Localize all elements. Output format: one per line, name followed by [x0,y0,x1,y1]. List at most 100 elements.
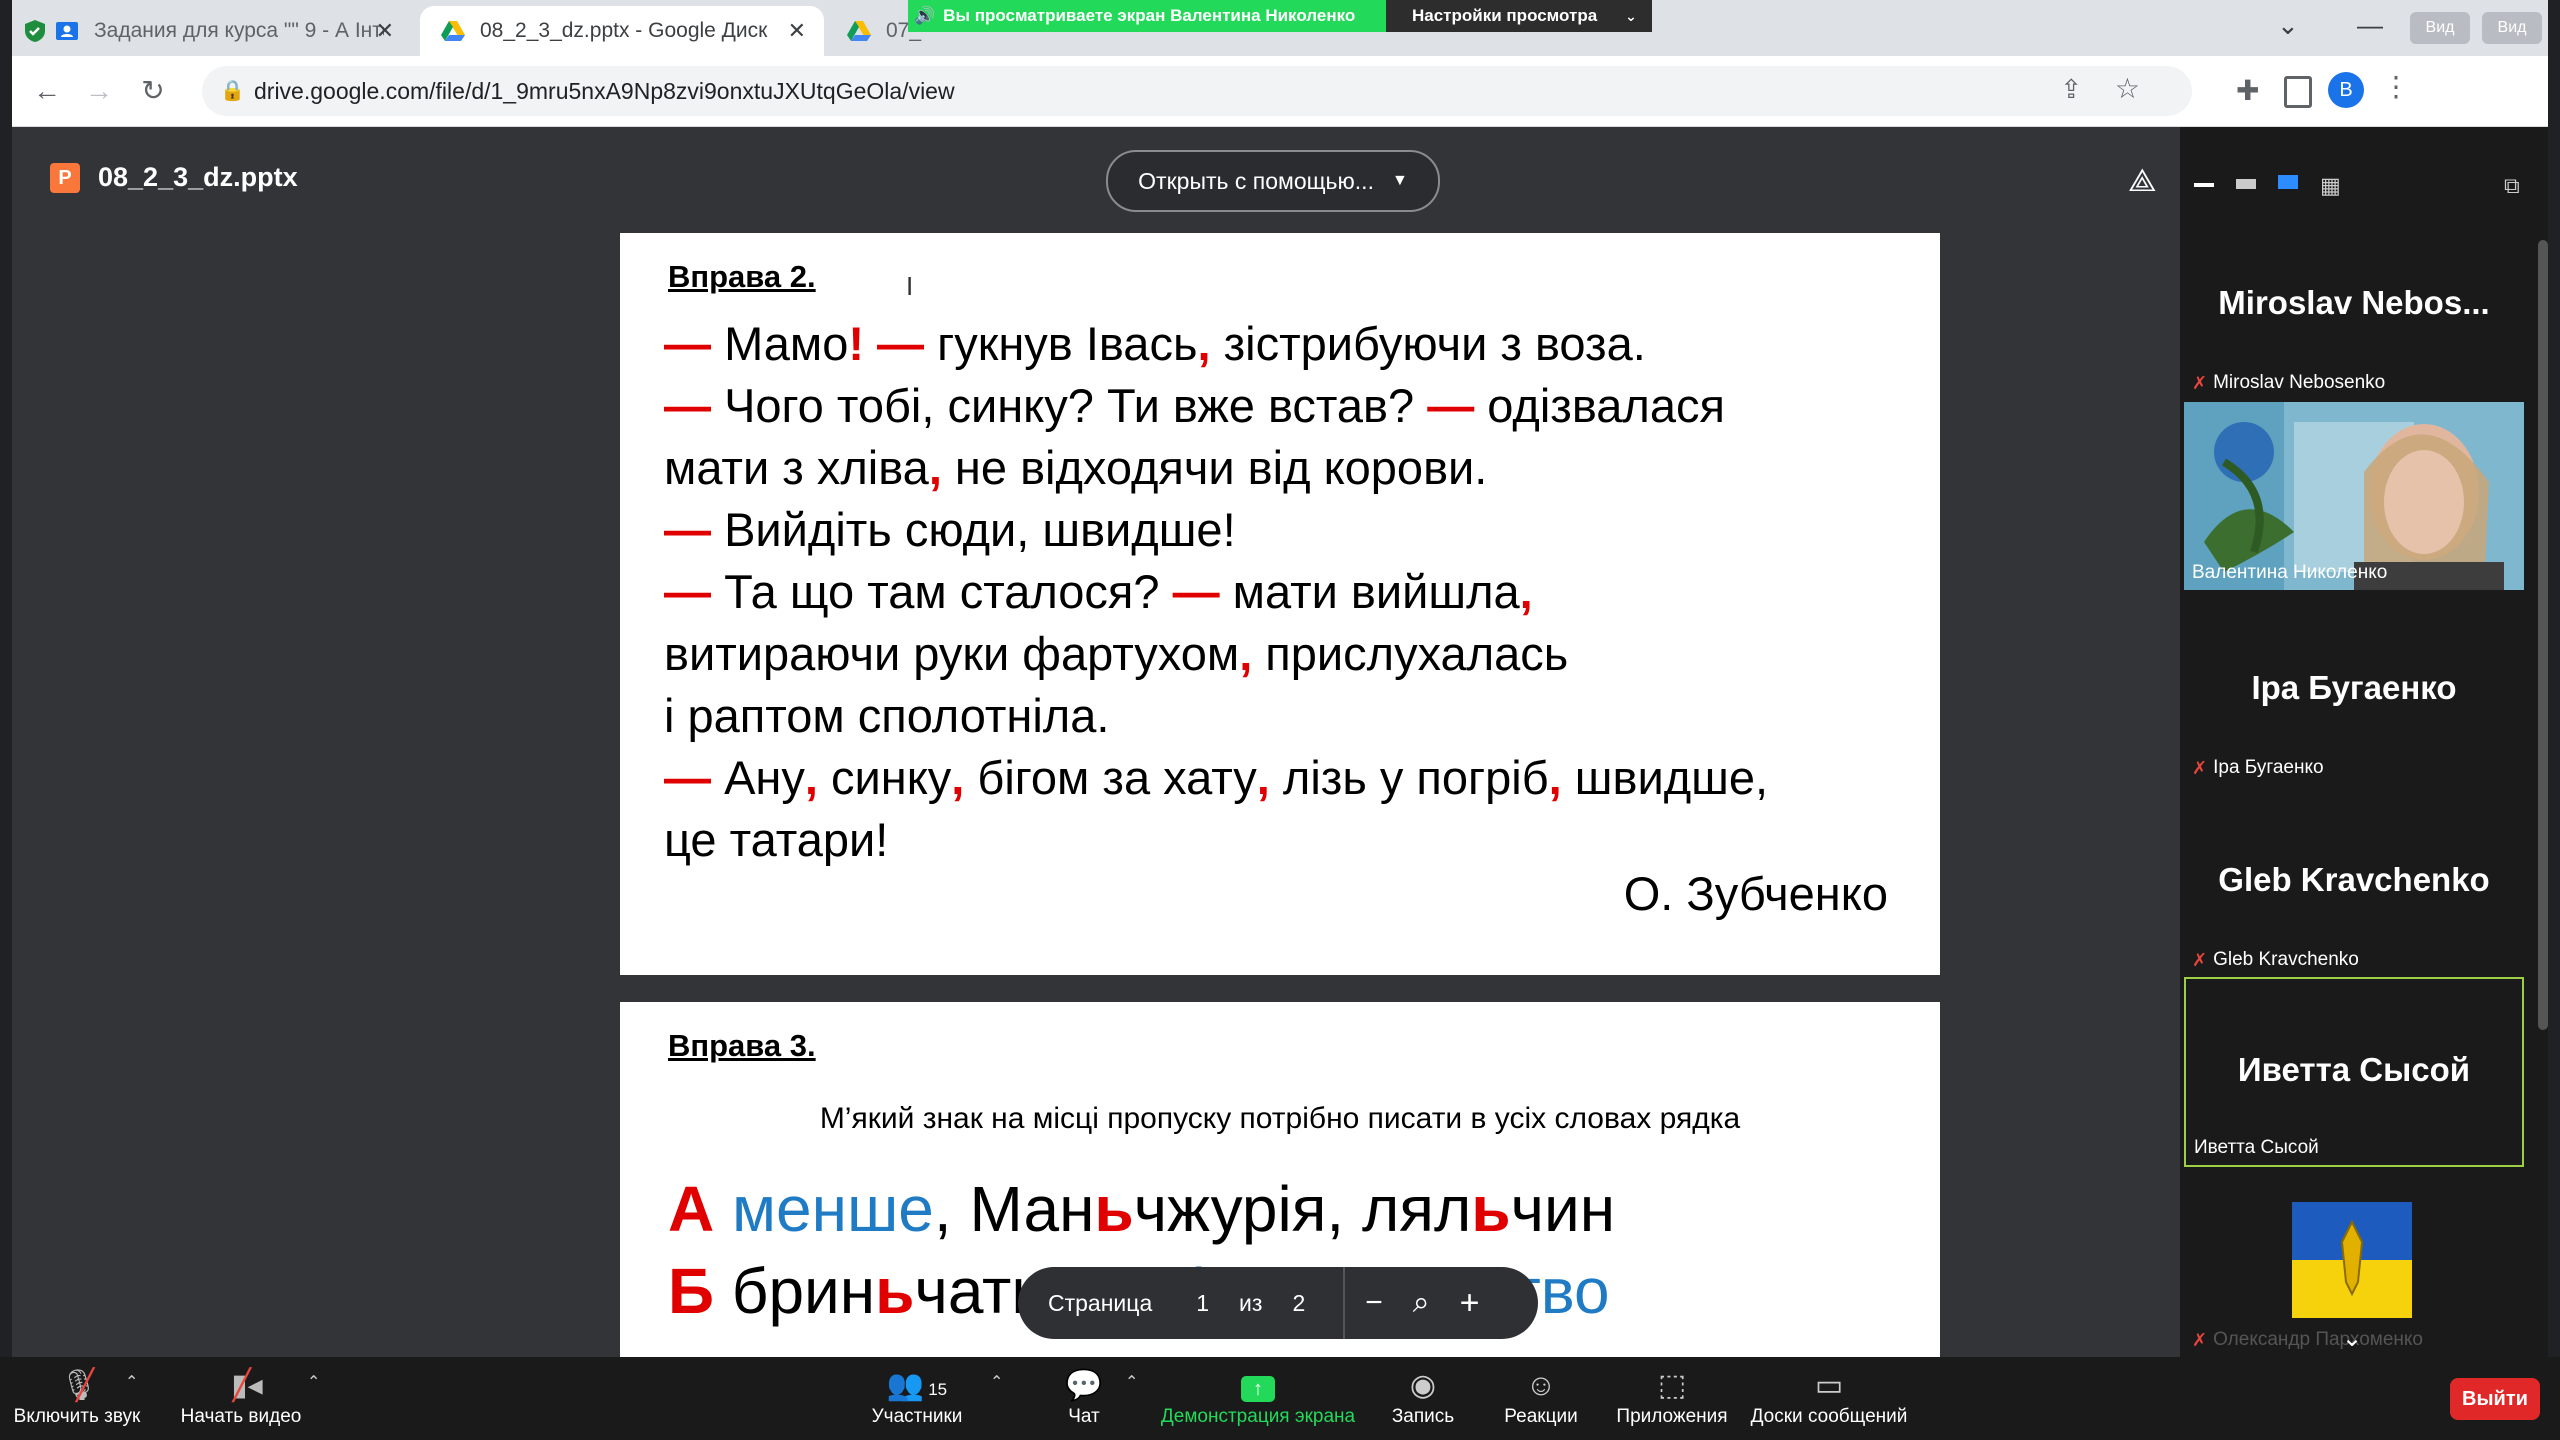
close-tab-icon[interactable]: ✕ [788,18,806,44]
leave-meeting-button[interactable]: Выйти [2450,1378,2540,1420]
text-run: Ану [724,751,805,804]
participant-tile[interactable]: Іра Бугаенко ✗ Іра Бугаенко [2184,597,2524,785]
apps-icon: ⬚ [1657,1369,1687,1402]
tab-search-chevron-icon[interactable]: ⌄ [2277,10,2299,41]
unmute-button[interactable]: 🎙╱ Включить звук [12,1366,142,1428]
forward-icon[interactable]: → [84,76,114,106]
shield-icon [25,20,45,42]
omnibox[interactable]: 🔒 drive.google.com/file/d/1_9mru5nxA9Np8… [202,66,2192,116]
close-tab-icon[interactable]: ✕ [376,18,394,44]
viewing-screen-text: Вы просматриваете экран Валентина Николе… [943,6,1356,25]
text-run: , Ман [933,1173,1095,1245]
text-run: , [1197,317,1211,370]
text-run: гукнув Івась [937,317,1198,370]
share-screen-button[interactable]: ↑ Демонстрация экрана [1158,1366,1358,1428]
author: О. Зубченко [1623,867,1888,920]
participants-count: 15 [928,1380,948,1399]
exercise-title: Вправа 3. [668,1028,816,1063]
view-options-button[interactable]: Настройки просмотра ⌄ [1386,0,1652,32]
chat-caret-icon[interactable]: ⌃ [1125,1372,1138,1392]
participant-display-name: Іра Бугаенко [2251,669,2457,706]
text-run: Чого тобі, синку? Ти вже встав? [724,379,1428,432]
reload-icon[interactable]: ↻ [138,76,168,106]
text-run: брин [731,1255,876,1327]
tab-drive-file[interactable]: 08_2_3_dz.pptx - Google Диск ✕ [420,6,824,56]
view-options-label: Настройки просмотра [1412,6,1598,25]
back-icon[interactable]: ← [32,76,62,106]
text-run: Б [668,1255,732,1327]
text-run: — [664,379,725,432]
reactions-button[interactable]: ☺ Реакции [1496,1366,1586,1428]
add-to-drive-icon[interactable]: ⟁ [2128,162,2157,200]
menu-icon[interactable]: ⋮ [2382,70,2410,103]
audio-options-caret-icon[interactable]: ⌃ [125,1372,138,1392]
tab-course-tasks[interactable]: Задания для курса "" 9 - А Інте ✕ [12,6,412,56]
text-run: синку [817,751,952,804]
text-run: ь [875,1255,915,1327]
exercise-text: — Мамо! — гукнув Івась, зістрибуючи з во… [664,313,1768,871]
classroom-icon [56,22,78,40]
poem-line: витираючи руки фартухом, прислухалась [664,623,1768,685]
participant-tile-active[interactable]: Иветта Сысой Иветта Сысой [2184,977,2524,1167]
speaker-view-icon[interactable] [2236,179,2256,189]
text-run: витираючи руки фартухом [664,627,1240,680]
muted-mic-icon: ✗ [2192,949,2208,970]
chat-button[interactable]: 💬 Чат [1044,1366,1124,1428]
ukraine-flag-icon [2292,1202,2412,1318]
text-run: і раптом сполотніла. [664,689,1110,742]
open-with-button[interactable]: Открыть с помощью... ▼ [1106,150,1440,212]
participant-tile[interactable]: ✗ Олександр Пархоменко ⌄ [2184,1170,2524,1357]
poem-line: і раптом сполотніла. [664,685,1768,747]
profile-avatar[interactable]: B [2328,72,2364,108]
gallery-scrollbar[interactable] [2538,240,2548,1030]
text-run: не відходячи від корови. [941,441,1488,494]
participant-name: Іра Бугаенко [2213,757,2324,778]
participants-button[interactable]: 👥 15 Участники [862,1366,972,1428]
record-button[interactable]: ◉ Запись [1378,1366,1468,1428]
strip-view-icon[interactable] [2278,175,2298,189]
text-run: Мамо [724,317,849,370]
start-video-button[interactable]: ▮◂╱ Начать видео [176,1366,306,1428]
participant-tile[interactable]: Miroslav Nebos... ✗ Miroslav Nebosenko [2184,212,2524,400]
scroll-down-icon[interactable]: ⌄ [2342,1324,2362,1353]
text-run: — [1427,379,1475,432]
view-button-2[interactable]: Вид [2482,12,2542,44]
zoom-out-icon[interactable]: − [1365,1286,1383,1320]
video-options-caret-icon[interactable]: ⌃ [307,1372,320,1392]
text-run: це татари! [664,813,889,866]
pop-out-icon[interactable]: ⧉ [2504,173,2520,199]
start-video-label: Начать видео [180,1406,302,1427]
apps-button[interactable]: ⬚ Приложения [1612,1366,1732,1428]
page-current[interactable]: 1 [1196,1290,1209,1317]
participants-caret-icon[interactable]: ⌃ [990,1372,1003,1392]
slide-1: Вправа 2. I — Мамо! — гукнув Івась, зіст… [620,233,1940,975]
text-run: Вийдіть сюди, швидше! [724,503,1236,556]
participant-video-tile[interactable]: Валентина Николенко [2184,402,2524,590]
record-label: Запись [1391,1406,1455,1427]
extensions-icon[interactable]: ✚ [2236,74,2259,107]
apps-label: Приложения [1616,1406,1728,1427]
page-label: Страница [1048,1289,1153,1316]
text-run: , [1519,565,1533,618]
zoom-in-icon[interactable]: + [1460,1284,1480,1323]
gallery-view-icon[interactable]: ▦ [2320,173,2341,199]
text-cursor-icon: I [906,271,914,301]
file-name: 08_2_3_dz.pptx [98,162,298,192]
bookmark-star-icon[interactable]: ☆ [2115,72,2140,105]
magnifier-icon[interactable]: ⌕ [1413,1286,1430,1320]
participants-icon: 👥 [886,1369,925,1402]
whiteboards-button[interactable]: ▭ Доски сообщений [1748,1366,1910,1428]
side-panel-icon[interactable] [2284,76,2312,108]
minimize-panel-icon[interactable] [2194,183,2214,187]
exercise-rule: М’який знак на місці пропуску потрібно п… [819,1102,1741,1135]
poem-line: — Чого тобі, синку? Ти вже встав? — одіз… [664,375,1768,437]
participant-display-name: Gleb Kravchenko [2218,861,2490,898]
share-page-icon[interactable]: ⇪ [2060,74,2082,105]
address-bar-row: ← → ↻ 🔒 drive.google.com/file/d/1_9mru5n… [12,56,2548,127]
chat-label: Чат [1068,1406,1100,1427]
participant-tile[interactable]: Gleb Kravchenko ✗ Gleb Kravchenko [2184,789,2524,977]
text-run: , [804,751,818,804]
minimize-window-icon[interactable]: — [2357,10,2383,41]
text-run: зістрибуючи з воза. [1210,317,1646,370]
view-button[interactable]: Вид [2410,12,2470,44]
